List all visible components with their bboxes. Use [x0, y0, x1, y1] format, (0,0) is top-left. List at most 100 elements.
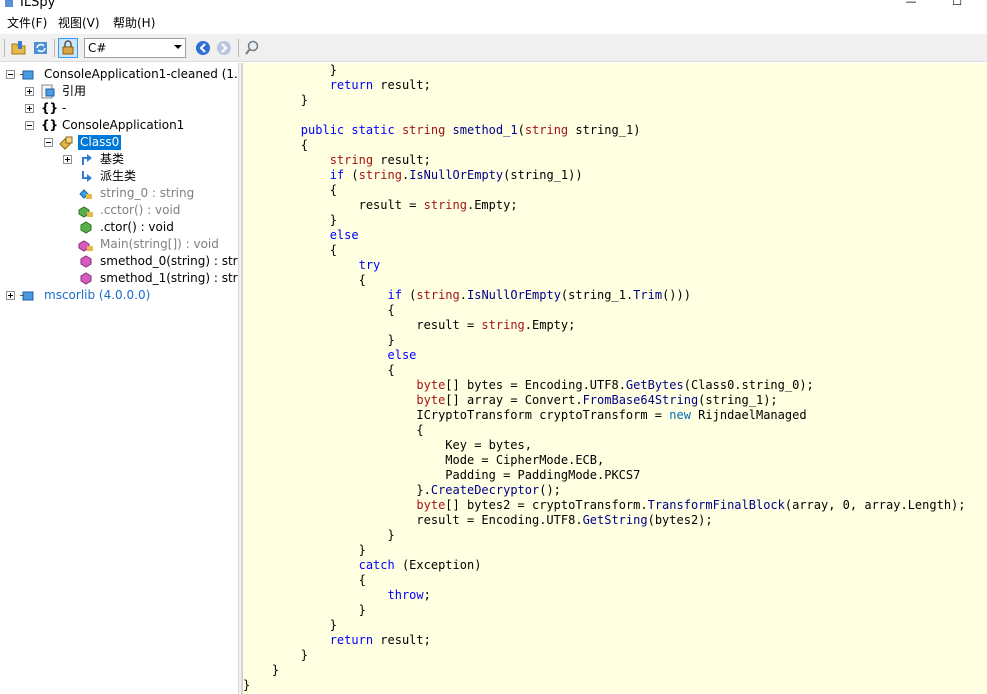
forward-button[interactable] — [214, 38, 234, 58]
expand-toggle[interactable] — [6, 291, 15, 300]
window-title: ILSpy — [20, 0, 56, 10]
code-token: string — [524, 123, 569, 137]
code-token: } — [243, 528, 395, 542]
expand-toggle[interactable] — [25, 87, 34, 96]
chevron-down-icon — [174, 45, 182, 49]
code-token: public static — [300, 123, 395, 137]
tree-node-smethod-0[interactable]: smethod_0(string) : strin — [0, 253, 238, 270]
code-line: ICryptoTransform cryptoTransform = new R… — [243, 408, 966, 423]
code-token: ICryptoTransform cryptoTransform = — [243, 408, 670, 422]
language-select[interactable]: C# — [84, 38, 186, 58]
tree-node-label: smethod_1(string) : strin — [100, 271, 238, 285]
code-line: } — [243, 663, 966, 678]
tree-node-mscorlib[interactable]: mscorlib (4.0.0.0) — [0, 287, 238, 304]
method-icon — [78, 240, 93, 252]
collapse-toggle[interactable] — [25, 121, 34, 130]
tree-node-main-method[interactable]: Main(string[]) : void — [0, 236, 238, 253]
tree-node-label: ConsoleApplication1 — [62, 118, 185, 132]
code-token: Mode = CipherMode.ECB, — [243, 453, 605, 467]
code-token: result; — [373, 633, 431, 647]
code-line: try — [243, 258, 966, 273]
menu-file[interactable]: 文件(F) — [7, 15, 47, 31]
show-internal-button[interactable] — [58, 38, 78, 58]
toolbar-separator — [238, 39, 239, 57]
open-file-button[interactable] — [9, 38, 29, 58]
reload-button[interactable] — [31, 38, 51, 58]
code-line: } — [243, 543, 966, 558]
tree-node-namespace[interactable]: {} ConsoleApplication1 — [0, 117, 238, 134]
tree-node-assembly[interactable]: ConsoleApplication1-cleaned (1.0 — [0, 66, 238, 83]
code-token: ; — [423, 588, 431, 602]
code-token: .Empty; — [524, 318, 576, 332]
code-line: catch (Exception) — [243, 558, 966, 573]
assembly-tree: ConsoleApplication1-cleaned (1.0 引用 {} -… — [0, 63, 238, 694]
minimize-button[interactable]: — — [888, 0, 934, 10]
code-line: } — [243, 333, 966, 348]
code-token: (Exception) — [394, 558, 482, 572]
tree-node-base-types[interactable]: 基类 — [0, 151, 238, 168]
tree-node-label: 基类 — [100, 152, 125, 166]
code-token: GetBytes — [625, 378, 684, 392]
code-line: Mode = CipherMode.ECB, — [243, 453, 966, 468]
menu-view[interactable]: 视图(V) — [58, 15, 100, 31]
code-token: string — [329, 153, 374, 167]
tree-node-field[interactable]: string_0 : string — [0, 185, 238, 202]
code-token: { — [243, 243, 337, 257]
code-token: { — [243, 183, 337, 197]
code-token: (array, — [784, 498, 843, 512]
tree-node-smethod-1[interactable]: smethod_1(string) : strin — [0, 270, 238, 287]
code-token: string — [423, 198, 467, 212]
maximize-button[interactable]: ☐ — [934, 0, 980, 10]
tree-node-derived-types[interactable]: 派生类 — [0, 168, 238, 185]
tree-node-class[interactable]: Class0 — [0, 134, 238, 151]
collapse-toggle[interactable] — [6, 70, 15, 79]
method-icon — [80, 272, 92, 285]
tree-node-global-namespace[interactable]: {} - — [0, 100, 238, 117]
namespace-icon: {} — [41, 101, 59, 115]
code-line: { — [243, 243, 966, 258]
code-token: (string_1. — [560, 288, 634, 302]
code-token: [] bytes = Encoding.UTF8. — [445, 378, 626, 392]
code-line: if (string.IsNullOrEmpty(string_1)) — [243, 168, 966, 183]
back-button[interactable] — [193, 38, 213, 58]
collapse-toggle[interactable] — [44, 138, 53, 147]
class-icon — [59, 136, 73, 150]
code-line: string result; — [243, 153, 966, 168]
code-token: }. — [243, 483, 431, 497]
code-token: string — [401, 123, 446, 137]
code-line: } — [243, 648, 966, 663]
code-token: { — [243, 303, 395, 317]
expand-toggle[interactable] — [25, 104, 34, 113]
code-token: string — [416, 288, 460, 302]
code-line: { — [243, 363, 966, 378]
code-token: result; — [373, 153, 431, 167]
code-token: string_1) — [568, 123, 641, 137]
code-line: } — [243, 603, 966, 618]
language-value: C# — [88, 41, 107, 55]
expand-toggle[interactable] — [63, 155, 72, 164]
code-token: byte — [416, 378, 446, 392]
search-button[interactable] — [242, 38, 262, 58]
tree-node-references[interactable]: 引用 — [0, 83, 238, 100]
code-token: { — [243, 273, 366, 287]
tree-node-constructor[interactable]: .ctor() : void — [0, 219, 238, 236]
menu-help[interactable]: 帮助(H) — [113, 15, 155, 31]
tree-node-static-constructor[interactable]: .cctor() : void — [0, 202, 238, 219]
code-line: } — [243, 678, 966, 693]
code-token: CreateDecryptor — [430, 483, 540, 497]
forward-arrow-icon — [217, 41, 231, 55]
decompiled-code-view[interactable]: } return result; } public static string … — [242, 63, 987, 694]
open-folder-icon — [11, 41, 26, 55]
method-icon — [80, 255, 92, 268]
search-icon — [245, 40, 259, 55]
code-line: { — [243, 303, 966, 318]
code-token: (string_1); — [698, 393, 778, 407]
code-token: result = Encoding.UTF8. — [243, 513, 583, 527]
